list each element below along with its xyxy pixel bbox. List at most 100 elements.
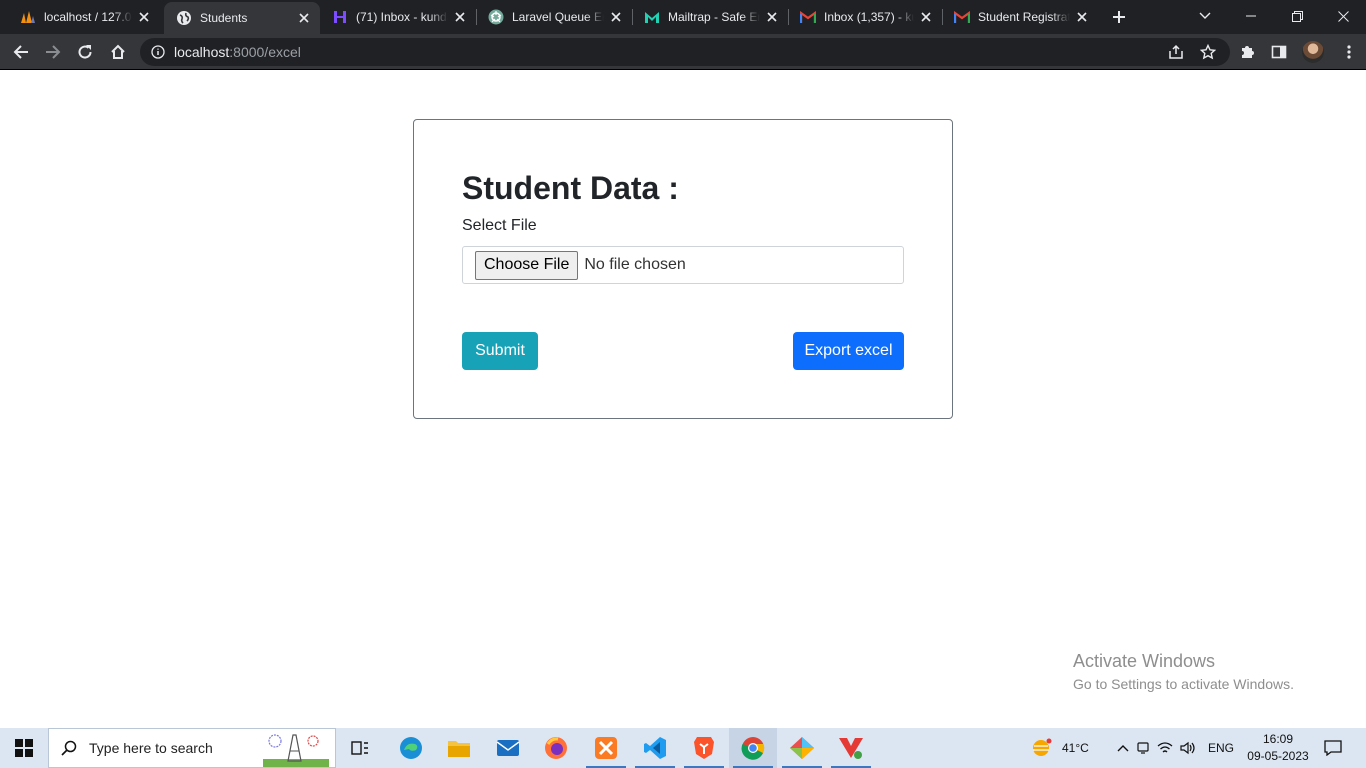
back-button[interactable] bbox=[6, 37, 36, 67]
taskbar-mail[interactable] bbox=[484, 728, 532, 768]
submit-button[interactable]: Submit bbox=[462, 332, 538, 370]
gmail-icon bbox=[800, 9, 816, 25]
tab-title: localhost / 127.0.0.1 bbox=[44, 10, 132, 24]
taskbar-vuejs-app[interactable] bbox=[827, 728, 875, 768]
export-excel-button[interactable]: Export excel bbox=[793, 332, 904, 370]
home-icon bbox=[111, 44, 125, 59]
upload-card: Student Data : Select File Choose File N… bbox=[413, 119, 953, 419]
close-icon[interactable] bbox=[1074, 9, 1090, 25]
notifications-button[interactable] bbox=[1318, 728, 1348, 768]
taskbar-xampp[interactable] bbox=[582, 728, 630, 768]
system-tray: ENG bbox=[1114, 728, 1234, 768]
close-icon[interactable] bbox=[452, 9, 468, 25]
profile-avatar[interactable] bbox=[1302, 41, 1324, 63]
taskbar-vscode[interactable] bbox=[631, 728, 679, 768]
home-button[interactable] bbox=[103, 37, 133, 67]
weather-sun-icon bbox=[1033, 738, 1052, 756]
star-icon bbox=[1200, 44, 1216, 60]
taskbar-firefox[interactable] bbox=[532, 728, 580, 768]
taskbar-search[interactable]: Type here to search bbox=[48, 728, 336, 768]
search-icon bbox=[49, 740, 89, 756]
start-button[interactable] bbox=[0, 728, 48, 768]
chevron-down-icon bbox=[1199, 12, 1211, 19]
chevron-up-icon[interactable] bbox=[1114, 744, 1132, 752]
close-icon[interactable] bbox=[136, 9, 152, 25]
side-panel-icon bbox=[1271, 45, 1287, 59]
minimize-icon bbox=[1246, 15, 1256, 17]
tab-title: (71) Inbox - kundan bbox=[356, 10, 448, 24]
tab-laravel-queue[interactable]: Laravel Queue Email bbox=[476, 0, 632, 34]
clock-date: 09-05-2023 bbox=[1247, 749, 1309, 763]
edge-icon bbox=[400, 737, 422, 759]
tab-student-registration[interactable]: Student Registration bbox=[942, 0, 1098, 34]
close-icon[interactable] bbox=[764, 9, 780, 25]
tab-mailtrap[interactable]: Mailtrap - Safe Email bbox=[632, 0, 788, 34]
taskbar-brave[interactable] bbox=[680, 728, 728, 768]
address-bar[interactable]: localhost:8000/excel bbox=[140, 38, 1230, 66]
file-label: Select File bbox=[462, 217, 537, 234]
tab-helo-inbox[interactable]: (71) Inbox - kundan bbox=[320, 0, 476, 34]
reload-icon bbox=[78, 45, 92, 59]
url-text[interactable]: localhost:8000/excel bbox=[174, 44, 301, 60]
close-icon bbox=[1337, 10, 1349, 22]
close-icon[interactable] bbox=[296, 10, 312, 26]
vscode-icon bbox=[644, 737, 666, 759]
reload-button[interactable] bbox=[70, 37, 100, 67]
clock[interactable]: 16:09 09-05-2023 bbox=[1244, 731, 1312, 765]
eiffel-tower-icon bbox=[263, 734, 329, 767]
url-path: :8000/excel bbox=[229, 44, 301, 60]
menu-button[interactable] bbox=[1334, 37, 1364, 67]
close-icon[interactable] bbox=[608, 9, 624, 25]
tab-title: Laravel Queue Email bbox=[512, 10, 604, 24]
share-button[interactable] bbox=[1161, 37, 1191, 67]
helo-mail-icon bbox=[332, 9, 348, 25]
url-host: localhost bbox=[174, 44, 230, 60]
new-tab-button[interactable] bbox=[1106, 5, 1132, 29]
file-input[interactable]: Choose File No file chosen bbox=[462, 246, 904, 284]
more-vertical-icon bbox=[1347, 45, 1351, 59]
tab-search-button[interactable] bbox=[1182, 0, 1228, 32]
side-panel-button[interactable] bbox=[1264, 37, 1294, 67]
weather-temperature: 41°C bbox=[1062, 741, 1089, 755]
chrome-icon bbox=[741, 737, 765, 760]
tab-title: Students bbox=[200, 11, 248, 25]
task-view-button[interactable] bbox=[336, 728, 384, 768]
weather-widget[interactable]: 41°C bbox=[1030, 728, 1089, 768]
tab-title: Inbox (1,357) - kundan bbox=[824, 10, 914, 24]
taskbar-chrome[interactable] bbox=[729, 728, 777, 768]
tab-title: Mailtrap - Safe Email bbox=[668, 10, 760, 24]
choose-file-button[interactable]: Choose File bbox=[475, 250, 579, 280]
tab-strip: localhost / 127.0.0.1 Students (71) Inbo… bbox=[0, 0, 1366, 34]
phpmyadmin-icon bbox=[20, 9, 36, 25]
extensions-button[interactable] bbox=[1232, 37, 1262, 67]
restore-icon bbox=[1291, 10, 1303, 22]
volume-icon[interactable] bbox=[1176, 741, 1200, 755]
close-icon[interactable] bbox=[918, 9, 934, 25]
language-indicator[interactable]: ENG bbox=[1208, 741, 1234, 755]
meet-now-icon[interactable] bbox=[1132, 741, 1154, 755]
tab-gmail-inbox[interactable]: Inbox (1,357) - kundan bbox=[788, 0, 942, 34]
gmail-icon bbox=[954, 9, 970, 25]
bookmark-button[interactable] bbox=[1193, 37, 1223, 67]
mailtrap-icon bbox=[644, 9, 660, 25]
share-icon bbox=[1169, 44, 1183, 59]
globe-icon bbox=[176, 10, 192, 26]
taskbar-edge[interactable] bbox=[387, 728, 435, 768]
minimize-button[interactable] bbox=[1228, 0, 1274, 32]
arrow-left-icon bbox=[13, 45, 28, 59]
restore-button[interactable] bbox=[1274, 0, 1320, 32]
tab-phpmyadmin[interactable]: localhost / 127.0.0.1 bbox=[8, 0, 160, 34]
tab-title: Student Registration bbox=[978, 10, 1070, 24]
file-status-text: No file chosen bbox=[584, 256, 686, 273]
taskbar: Type here to search 41°C ENG 16:09 09-05… bbox=[0, 728, 1366, 768]
plus-icon bbox=[1113, 11, 1125, 23]
taskbar-file-explorer[interactable] bbox=[435, 728, 483, 768]
wifi-icon[interactable] bbox=[1154, 741, 1176, 755]
browser-toolbar: localhost:8000/excel bbox=[0, 34, 1366, 70]
forward-button[interactable] bbox=[38, 37, 68, 67]
close-window-button[interactable] bbox=[1320, 0, 1366, 32]
info-icon[interactable] bbox=[150, 44, 166, 60]
search-placeholder: Type here to search bbox=[89, 740, 213, 756]
tab-students[interactable]: Students bbox=[164, 2, 320, 34]
taskbar-ms-store-app[interactable] bbox=[778, 728, 826, 768]
